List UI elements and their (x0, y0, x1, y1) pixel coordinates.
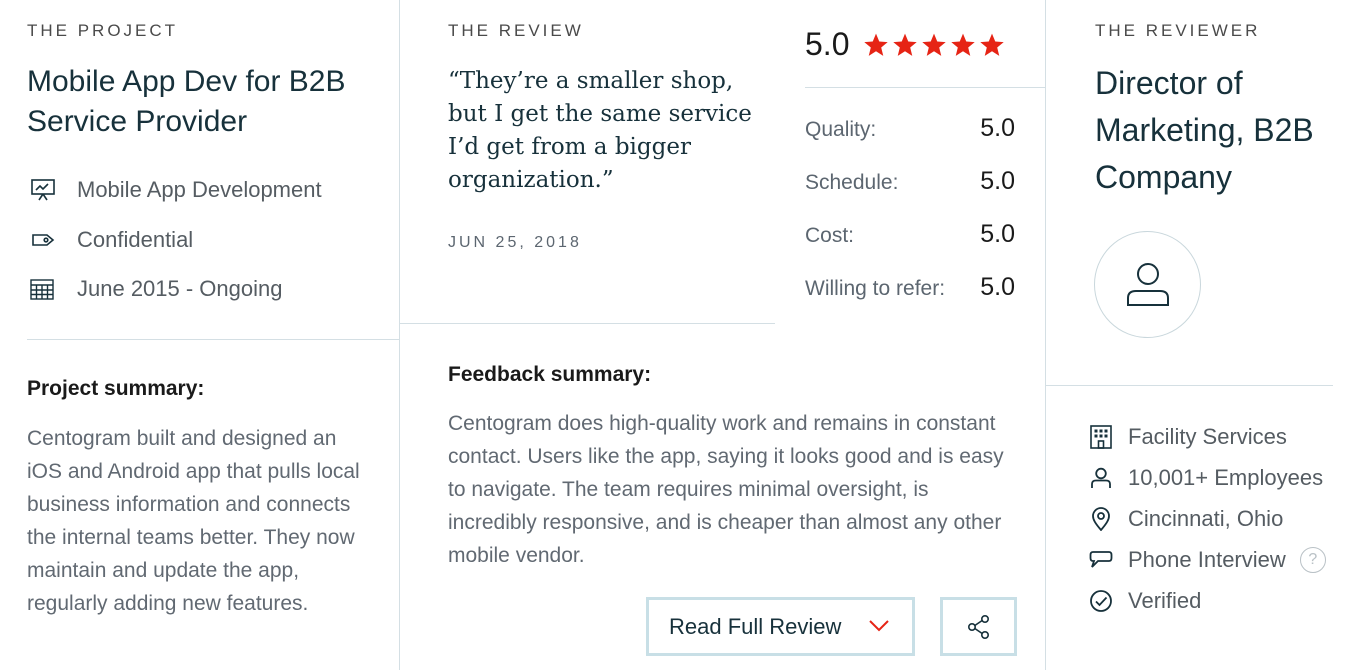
read-full-review-label: Read Full Review (669, 613, 842, 639)
building-icon (1088, 424, 1114, 450)
rating-divider (805, 87, 1045, 88)
help-icon[interactable]: ? (1299, 547, 1326, 573)
star-icon (864, 33, 889, 56)
column-divider-left (399, 0, 400, 670)
location-pin-icon (1088, 506, 1114, 532)
avatar (1094, 231, 1201, 338)
price-tag-icon (30, 225, 62, 255)
review-quote: “They’re a smaller shop, but I get the s… (448, 68, 752, 193)
feedback-summary-heading: Feedback summary: (448, 363, 652, 386)
score-value: 5.0 (980, 114, 1015, 142)
score-label: Willing to refer: (805, 277, 946, 300)
overall-rating: 5.0 (805, 26, 1005, 63)
reviewer-eyebrow: THE REVIEWER (1095, 21, 1261, 40)
project-budget-text: Confidential (77, 227, 194, 252)
project-summary-text: Centogram built and designed an iOS and … (27, 427, 360, 615)
calendar-icon (30, 274, 62, 304)
reviewer-company-size-text: 10,001+ Employees (1128, 465, 1324, 490)
score-schedule: Schedule: 5.0 (805, 167, 1015, 196)
score-willing-to-refer: Willing to refer: 5.0 (805, 273, 1015, 302)
reviewer-verified: Verified (1088, 586, 1201, 616)
reviewer-interview-type: Phone Interview ? (1088, 545, 1326, 575)
review-date: JUN 25, 2018 (448, 234, 582, 251)
project-title: Mobile App Dev for B2B Service Provider (27, 65, 346, 138)
project-summary-heading: Project summary: (27, 377, 205, 400)
project-service-line: Mobile App Development (27, 175, 322, 205)
chevron-down-icon (869, 620, 889, 632)
reviewer-verified-text: Verified (1128, 588, 1202, 613)
score-quality: Quality: 5.0 (805, 114, 1015, 143)
star-icon (951, 33, 976, 56)
share-icon (967, 614, 989, 639)
reviewer-industry: Facility Services (1088, 422, 1287, 452)
star-icon (893, 33, 918, 56)
score-label: Cost: (805, 224, 855, 247)
review-eyebrow: THE REVIEW (448, 21, 584, 40)
score-label: Quality: (805, 118, 877, 141)
score-value: 5.0 (980, 220, 1015, 248)
share-button[interactable] (940, 597, 1017, 656)
user-icon (1126, 262, 1169, 306)
score-cost: Cost: 5.0 (805, 220, 1015, 249)
star-icon (980, 33, 1005, 56)
person-icon (1088, 465, 1114, 491)
read-full-review-button[interactable]: Read Full Review (646, 597, 915, 656)
star-icon (922, 33, 947, 56)
review-divider (399, 323, 775, 324)
reviewer-company-size: 10,001+ Employees (1088, 463, 1323, 493)
reviewer-title: Director of Marketing, B2B Company (1095, 65, 1314, 195)
column-divider-right (1045, 0, 1046, 670)
score-value: 5.0 (980, 273, 1015, 301)
score-value: 5.0 (980, 167, 1015, 195)
feedback-summary-text: Centogram does high-quality work and rem… (448, 412, 1004, 567)
speech-bubble-icon (1088, 547, 1114, 573)
reviewer-location-text: Cincinnati, Ohio (1128, 506, 1284, 531)
reviewer-divider (1045, 385, 1333, 386)
presentation-board-icon (30, 175, 62, 205)
project-service-text: Mobile App Development (77, 177, 322, 202)
project-dates-text: June 2015 - Ongoing (77, 276, 283, 301)
rating-stars (863, 32, 1005, 58)
project-dates-line: June 2015 - Ongoing (27, 274, 283, 304)
project-divider (27, 339, 399, 340)
check-circle-icon (1088, 588, 1114, 614)
score-label: Schedule: (805, 171, 899, 194)
project-eyebrow: THE PROJECT (27, 21, 179, 40)
reviewer-interview-type-text: Phone Interview (1128, 547, 1286, 572)
overall-rating-value: 5.0 (805, 26, 850, 62)
project-budget-line: Confidential (27, 225, 193, 255)
reviewer-industry-text: Facility Services (1128, 424, 1287, 449)
reviewer-location: Cincinnati, Ohio (1088, 504, 1283, 534)
